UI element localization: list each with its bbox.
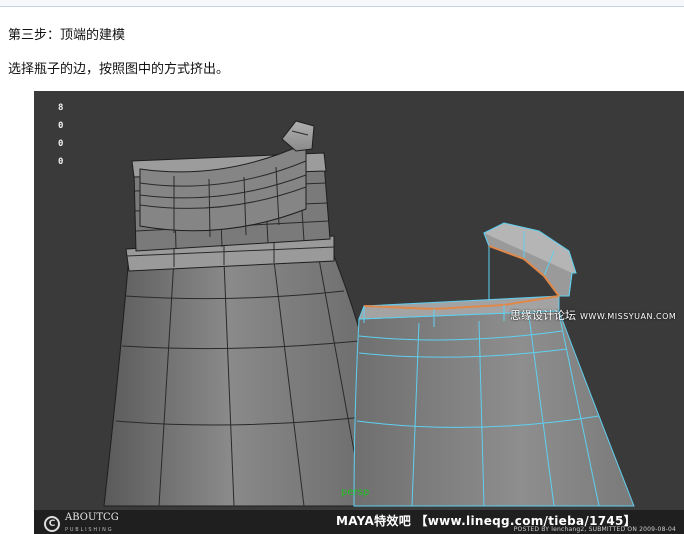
poly-stat-4: 0 bbox=[58, 157, 64, 167]
poly-count-readout: 8 0 0 0 bbox=[58, 99, 70, 171]
posted-by-text: POSTED BY lenchang2, SUBMITTED ON 2009-0… bbox=[513, 526, 676, 533]
maya-viewport-screenshot: 8 0 0 0 persp 思缘设计论坛 WWW.MISSYUAN.COM C A… bbox=[34, 91, 684, 534]
aboutcg-logo-icon: C bbox=[44, 516, 60, 532]
page-top-border bbox=[0, 0, 684, 7]
left-bottle-top-cylinder bbox=[139, 142, 307, 232]
step-heading: 第三步：顶端的建模 bbox=[8, 28, 126, 43]
aboutcg-logo: C ABOUTCG PUBLISHING bbox=[44, 513, 119, 534]
camera-label: persp bbox=[341, 487, 370, 498]
watermark-name: 思缘设计论坛 bbox=[510, 309, 576, 322]
watermark-site: WWW.MISSYUAN.COM bbox=[580, 312, 677, 321]
step-instruction: 选择瓶子的边，按照图中的方式挤出。 bbox=[8, 62, 230, 77]
forum-watermark: 思缘设计论坛 WWW.MISSYUAN.COM bbox=[510, 307, 676, 323]
logo-sub: PUBLISHING bbox=[65, 527, 114, 533]
image-footer-bar: C ABOUTCG PUBLISHING MAYA特效吧 【www.lineqg… bbox=[34, 510, 684, 534]
poly-stat-3: 0 bbox=[58, 139, 64, 149]
left-bottle-body bbox=[103, 255, 383, 507]
poly-stat-1: 8 bbox=[58, 103, 64, 113]
poly-stat-2: 0 bbox=[58, 121, 64, 131]
left-bottle-extruded-lip bbox=[281, 120, 315, 152]
logo-name: ABOUTCG bbox=[65, 512, 119, 523]
right-bottle-body bbox=[353, 310, 635, 507]
